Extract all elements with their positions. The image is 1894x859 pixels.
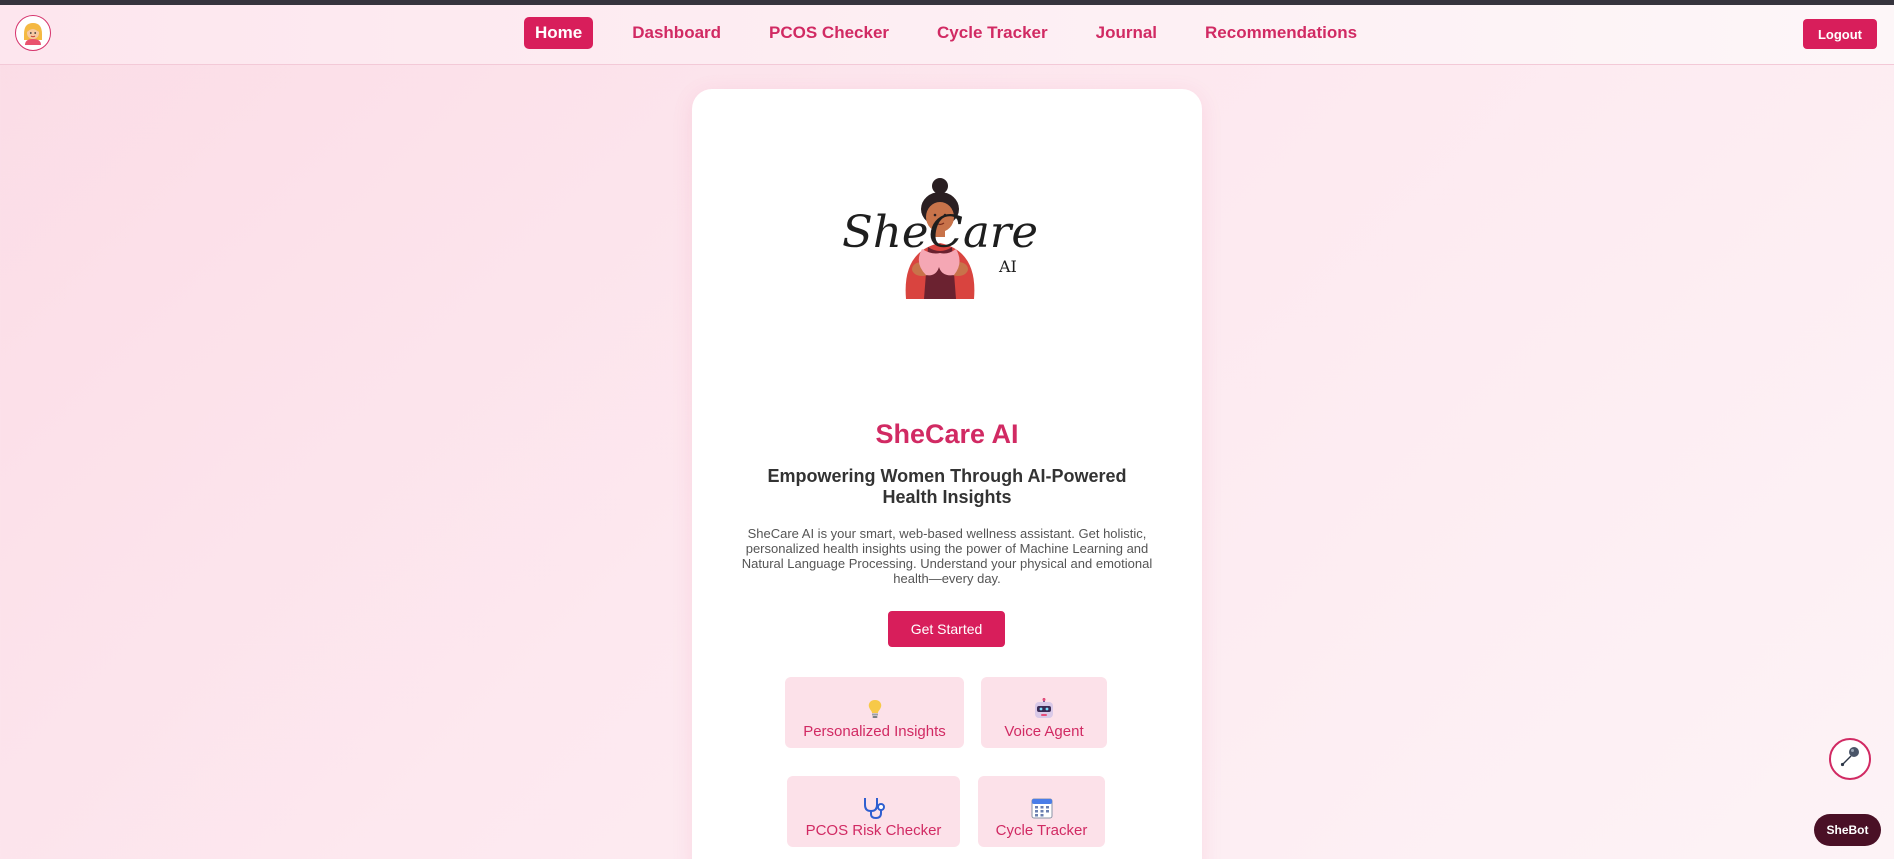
feature-label: Voice Agent [1004, 723, 1084, 740]
stethoscope-icon [862, 797, 886, 819]
robot-icon [1033, 698, 1055, 720]
feature-label: Personalized Insights [803, 723, 946, 740]
calendar-icon [1031, 797, 1053, 819]
lightbulb-icon [867, 698, 883, 720]
feature-pcos-risk-checker[interactable]: PCOS Risk Checker [787, 776, 960, 847]
get-started-button[interactable]: Get Started [888, 611, 1005, 647]
voice-mic-button[interactable] [1829, 738, 1871, 780]
page-title: SheCare AI [875, 419, 1019, 449]
shebot-chat-button[interactable]: SheBot [1814, 814, 1881, 846]
feature-label: Cycle Tracker [995, 822, 1088, 839]
feature-cycle-tracker[interactable]: Cycle Tracker [978, 776, 1105, 847]
logo-wordmark: SheCare [842, 207, 1038, 258]
nav-link-pcos-checker[interactable]: PCOS Checker [758, 17, 900, 49]
main-nav: Home Dashboard PCOS Checker Cycle Tracke… [524, 17, 1394, 49]
woman-avatar-icon[interactable] [15, 15, 51, 51]
tagline: Empowering Women Through AI-Powered Heal… [767, 466, 1127, 507]
description: SheCare AI is your smart, web-based well… [741, 526, 1153, 586]
nav-link-cycle-tracker[interactable]: Cycle Tracker [926, 17, 1059, 49]
microphone-icon [1838, 745, 1862, 774]
nav-link-recommendations[interactable]: Recommendations [1194, 17, 1368, 49]
nav-link-journal[interactable]: Journal [1085, 17, 1168, 49]
top-navbar: Home Dashboard PCOS Checker Cycle Tracke… [0, 5, 1894, 65]
feature-label: PCOS Risk Checker [805, 822, 942, 839]
hero-card: SheCare AI SheCare AI Empowering Women T… [692, 89, 1202, 859]
logout-button[interactable]: Logout [1803, 19, 1877, 49]
logo-ai-text: AI [998, 257, 1017, 276]
nav-link-home[interactable]: Home [524, 17, 594, 49]
feature-personalized-insights[interactable]: Personalized Insights [785, 677, 964, 748]
feature-voice-agent[interactable]: Voice Agent [981, 677, 1107, 748]
shecare-logo: SheCare AI [840, 177, 1040, 299]
nav-link-dashboard[interactable]: Dashboard [621, 17, 732, 49]
